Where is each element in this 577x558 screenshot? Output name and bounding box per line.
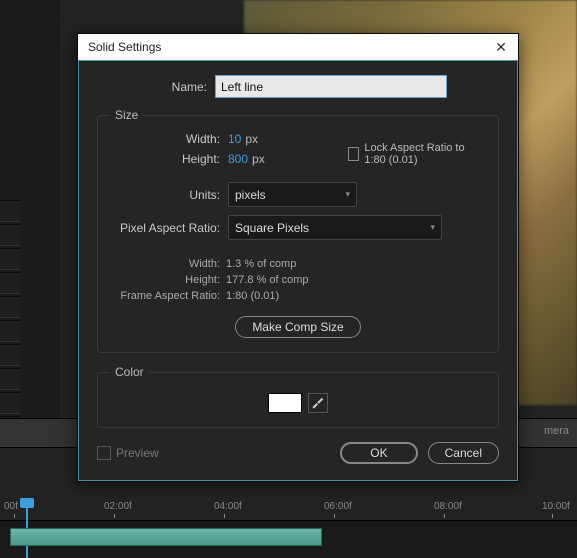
height-unit: px	[252, 152, 265, 166]
ruler-tick: 10:00f	[542, 501, 570, 512]
ruler-tick: 08:00f	[434, 501, 462, 512]
ruler-tick: 06:00f	[324, 501, 352, 512]
info-width-label: Width:	[110, 256, 226, 272]
close-icon: ✕	[495, 39, 507, 56]
eyedropper-icon	[312, 397, 324, 409]
lock-aspect-label: Lock Aspect Ratio to 1:80 (0.01)	[364, 142, 486, 166]
color-group: Color	[97, 365, 499, 428]
time-ruler[interactable]: 00f 02:00f 04:00f 06:00f 08:00f 10:00f	[0, 498, 577, 521]
width-value[interactable]: 10	[228, 132, 241, 146]
playhead[interactable]	[20, 498, 34, 508]
cancel-button[interactable]: Cancel	[428, 442, 499, 464]
info-height-value: 177.8 % of comp	[226, 272, 309, 288]
chevron-down-icon: ▾	[345, 189, 350, 200]
close-button[interactable]: ✕	[490, 36, 512, 58]
color-swatch[interactable]	[268, 393, 302, 413]
info-far-label: Frame Aspect Ratio:	[110, 288, 226, 304]
ruler-tick: 00f	[4, 501, 18, 512]
ok-button[interactable]: OK	[340, 442, 417, 464]
dialog-titlebar[interactable]: Solid Settings ✕	[78, 34, 518, 60]
preview-label: Preview	[116, 446, 159, 460]
size-legend: Size	[110, 108, 143, 122]
par-select[interactable]: Square Pixels ▾	[228, 215, 442, 240]
name-label: Name:	[97, 80, 215, 94]
eyedropper-button[interactable]	[308, 393, 328, 413]
camera-label: mera	[544, 425, 569, 437]
solid-settings-dialog: Solid Settings ✕ Name: Size Width: 10 px…	[77, 33, 519, 482]
par-label: Pixel Aspect Ratio:	[110, 221, 228, 235]
ruler-tick: 04:00f	[214, 501, 242, 512]
units-select[interactable]: pixels ▾	[228, 182, 357, 207]
info-far-value: 1:80 (0.01)	[226, 288, 279, 304]
size-group: Size Width: 10 px Height: 800 px	[97, 108, 499, 353]
timeline[interactable]: 00f 02:00f 04:00f 06:00f 08:00f 10:00f	[0, 498, 577, 558]
checkbox-icon	[348, 147, 359, 161]
info-height-label: Height:	[110, 272, 226, 288]
make-comp-size-button[interactable]: Make Comp Size	[235, 316, 360, 338]
preview-checkbox[interactable]: Preview	[97, 446, 159, 460]
clip[interactable]	[10, 528, 322, 546]
info-width-value: 1.3 % of comp	[226, 256, 296, 272]
ruler-tick: 02:00f	[104, 501, 132, 512]
checkbox-icon	[97, 446, 111, 460]
width-unit: px	[245, 132, 258, 146]
chevron-down-icon: ▾	[430, 222, 435, 233]
height-label: Height:	[110, 152, 228, 166]
width-label: Width:	[110, 132, 228, 146]
units-label: Units:	[110, 188, 228, 202]
color-legend: Color	[110, 365, 149, 379]
lock-aspect-checkbox[interactable]: Lock Aspect Ratio to 1:80 (0.01)	[348, 142, 486, 166]
dialog-title: Solid Settings	[88, 40, 490, 54]
name-input[interactable]	[215, 75, 447, 98]
height-value[interactable]: 800	[228, 152, 248, 166]
